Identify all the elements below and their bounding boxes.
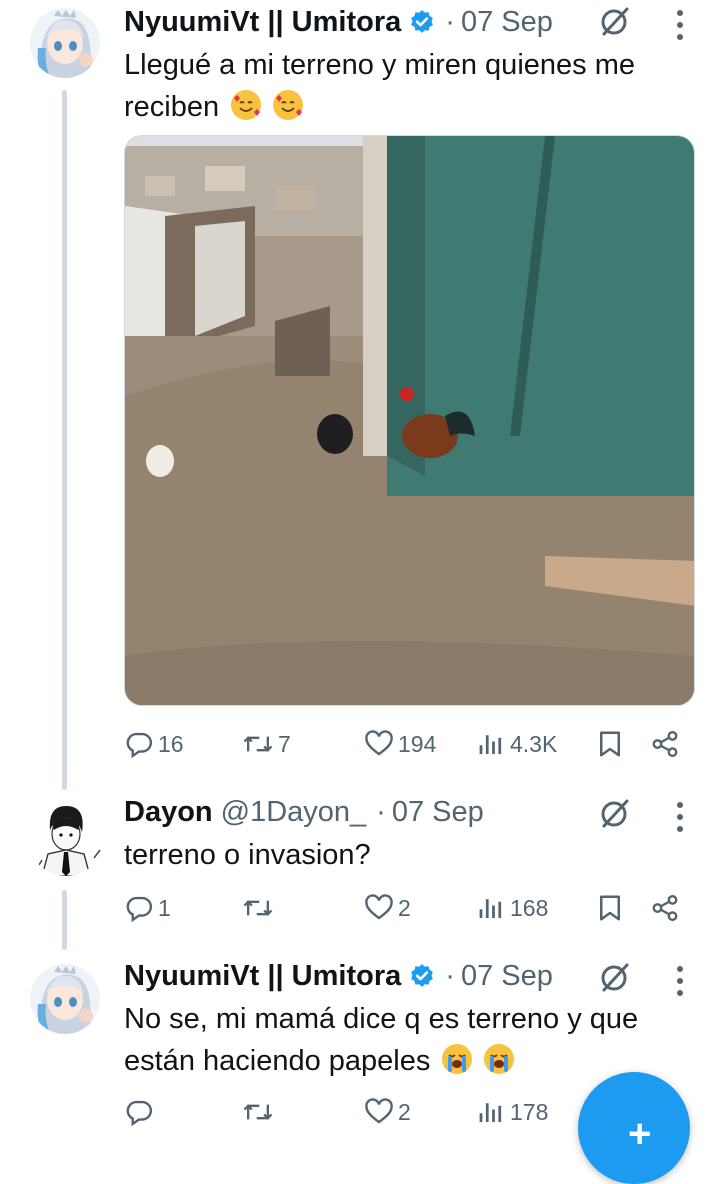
- slashed-circle-icon[interactable]: [598, 960, 632, 994]
- views-button[interactable]: 178: [476, 1092, 548, 1132]
- post-media-photo[interactable]: [124, 135, 695, 706]
- repost-button[interactable]: 7: [242, 724, 291, 764]
- text-line: terreno o invasion?: [124, 839, 371, 871]
- vertical-dots-icon[interactable]: [676, 802, 684, 832]
- share-nodes-icon: [652, 730, 678, 758]
- compose-button[interactable]: +: [578, 1072, 690, 1184]
- reply-button[interactable]: 1: [124, 888, 171, 928]
- post-date[interactable]: 07 Sep: [392, 796, 484, 829]
- post-1-text: Llegué a mi terreno y miren quienes me r…: [124, 44, 635, 128]
- smiling-face-with-hearts-icon: [231, 90, 262, 120]
- speech-bubble-icon: [126, 1100, 153, 1127]
- slashed-circle-icon[interactable]: [598, 4, 632, 38]
- reply-count: 16: [158, 730, 184, 757]
- post-2-actions: 1 2 168: [124, 888, 684, 928]
- bookmark-button[interactable]: [596, 724, 624, 764]
- post-3-text: No se, mi mamá dice q es terreno y que e…: [124, 998, 638, 1082]
- like-count: 194: [398, 730, 437, 757]
- vertical-dots-icon[interactable]: [676, 966, 684, 996]
- post-1-header: NyuumiVt || Umitora · 07 Sep: [124, 2, 553, 42]
- repost-button[interactable]: [242, 1092, 278, 1132]
- avatar-nyuumi[interactable]: [30, 8, 100, 78]
- thread-line-1: [62, 90, 67, 790]
- views-count: 178: [510, 1098, 549, 1125]
- speech-bubble-icon: [126, 896, 153, 923]
- slashed-circle-icon[interactable]: [598, 796, 632, 830]
- text-line-with-emoji: están haciendo papeles: [124, 1040, 638, 1082]
- bookmark-button[interactable]: [596, 888, 624, 928]
- post-2-text: terreno o invasion?: [124, 834, 371, 876]
- heart-icon: [365, 730, 393, 756]
- like-count: 2: [398, 1098, 411, 1125]
- repost-count: 7: [278, 730, 291, 757]
- vertical-dots-icon[interactable]: [676, 10, 684, 40]
- author-name[interactable]: NyuumiVt || Umitora: [124, 960, 401, 993]
- bar-chart-icon: [479, 1103, 502, 1122]
- reply-button[interactable]: [124, 1092, 158, 1132]
- separator-dot: ·: [445, 959, 455, 992]
- heart-icon: [365, 1098, 393, 1124]
- avatar-nyuumi[interactable]: [30, 964, 100, 1034]
- views-count: 168: [510, 894, 549, 921]
- like-button[interactable]: 2: [364, 1092, 411, 1132]
- views-count: 4.3K: [510, 730, 558, 757]
- text-line-with-emoji: reciben: [124, 86, 635, 128]
- text-line: Llegué a mi terreno y miren quienes me: [124, 49, 635, 81]
- share-button[interactable]: [650, 888, 680, 928]
- post-3-header: NyuumiVt || Umitora · 07 Sep: [124, 956, 553, 996]
- bookmark-icon: [600, 895, 620, 921]
- verified-badge-icon: [411, 10, 434, 33]
- loudly-crying-face-icon: [484, 1044, 515, 1074]
- like-count: 2: [398, 894, 411, 921]
- post-date[interactable]: 07 Sep: [461, 960, 553, 993]
- bar-chart-icon: [479, 735, 502, 754]
- avatar-dayon[interactable]: [28, 800, 104, 876]
- reply-button[interactable]: 16: [124, 724, 184, 764]
- bookmark-icon: [600, 731, 620, 757]
- author-name[interactable]: Dayon: [124, 796, 213, 829]
- smiling-face-with-hearts-icon: [273, 90, 304, 120]
- repost-button[interactable]: [242, 888, 278, 928]
- separator-dot: ·: [376, 795, 386, 828]
- repost-arrows-icon: [243, 1104, 273, 1120]
- avatar-anime-girl-image: [30, 964, 100, 1034]
- text-line: reciben: [124, 91, 220, 123]
- text-line: están haciendo papeles: [124, 1045, 431, 1077]
- share-button[interactable]: [650, 724, 680, 764]
- avatar-anime-girl-image: [30, 8, 100, 78]
- separator-dot: ·: [445, 5, 455, 38]
- thread-line-2: [62, 890, 67, 950]
- chickens-on-dirt-lot-image: [125, 136, 694, 705]
- author-name[interactable]: NyuumiVt || Umitora: [124, 6, 401, 39]
- verified-badge-icon: [411, 964, 434, 987]
- views-button[interactable]: 168: [476, 888, 548, 928]
- like-button[interactable]: 2: [364, 888, 411, 928]
- avatar-manga-character-image: [28, 800, 104, 876]
- plus-icon: +: [628, 1112, 652, 1156]
- like-button[interactable]: 194: [364, 724, 436, 764]
- heart-icon: [365, 894, 393, 920]
- post-2-header: Dayon @1Dayon_ · 07 Sep: [124, 792, 484, 832]
- share-nodes-icon: [652, 894, 678, 922]
- repost-arrows-icon: [243, 900, 273, 916]
- views-button[interactable]: 4.3K: [476, 724, 557, 764]
- post-1-actions: 16 7 194 4.3K: [124, 724, 684, 764]
- loudly-crying-face-icon: [442, 1044, 473, 1074]
- repost-arrows-icon: [243, 736, 273, 752]
- reply-count: 1: [158, 894, 171, 921]
- post-date[interactable]: 07 Sep: [461, 6, 553, 39]
- speech-bubble-icon: [126, 732, 153, 759]
- bar-chart-icon: [479, 899, 502, 918]
- text-line: No se, mi mamá dice q es terreno y que: [124, 1003, 639, 1035]
- author-handle[interactable]: @1Dayon_: [221, 796, 367, 829]
